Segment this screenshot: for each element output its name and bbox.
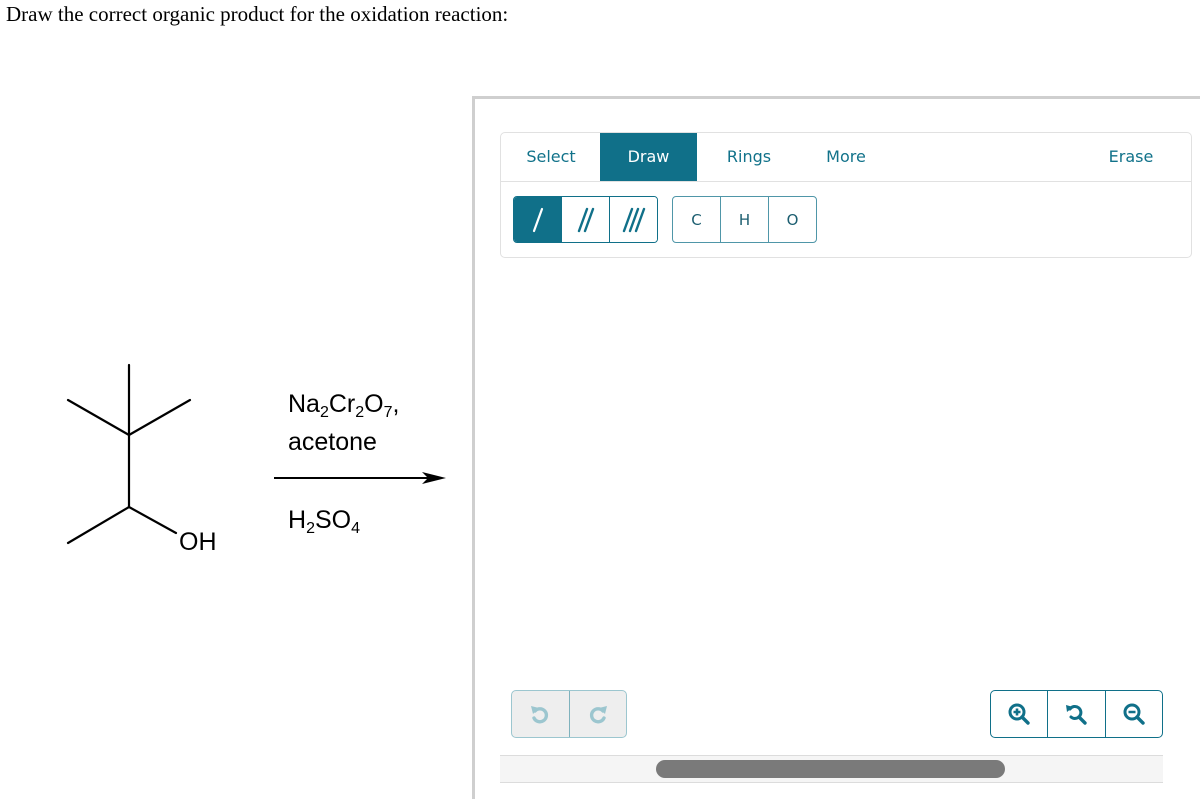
undo-icon [531,706,549,724]
redo-icon [589,706,607,724]
editor-toolbar: Select Draw Rings More Erase C H O [500,132,1192,258]
reagent-sulfuric-acid: H2SO4 [288,506,360,537]
zoom-in-button[interactable] [991,691,1049,737]
question-prompt: Draw the correct organic product for the… [6,2,509,26]
atom-carbon-button[interactable]: C [673,197,721,242]
double-bond-button[interactable] [562,197,610,242]
reagent-acetone: acetone [288,428,377,456]
zoom-out-icon [1123,703,1145,725]
reaction-arrow [274,472,446,484]
zoom-out-button[interactable] [1106,691,1162,737]
scrollbar-thumb[interactable] [656,760,1005,778]
tool-tabs: Select Draw Rings More Erase [501,133,1191,182]
bond-methyl-right [127,398,192,437]
atom-tool-group: C H O [672,196,817,243]
single-bond-button[interactable] [514,197,562,242]
undo-button[interactable] [512,691,570,737]
bond-tool-group [513,196,658,243]
atom-hydrogen-button[interactable]: H [721,197,769,242]
reset-zoom-icon [1066,704,1088,725]
single-bond-icon [532,207,543,232]
zoom-controls [990,690,1163,738]
reset-zoom-button[interactable] [1048,691,1106,737]
atom-oxygen-button[interactable]: O [769,197,816,242]
tab-more[interactable]: More [801,133,891,181]
tab-erase[interactable]: Erase [1091,133,1171,181]
zoom-in-icon [1008,703,1030,725]
triple-bond-icon [622,207,645,232]
molecule-editor[interactable]: Select Draw Rings More Erase C H O [472,96,1200,799]
tab-rings[interactable]: Rings [699,133,799,181]
bond-methyl-bottom [66,505,131,545]
horizontal-scrollbar[interactable] [500,755,1163,783]
tab-select[interactable]: Select [502,133,600,181]
redo-button[interactable] [570,691,627,737]
history-controls [511,690,627,738]
triple-bond-button[interactable] [610,197,657,242]
bond-methyl-left [66,398,131,437]
reagent-sodium-dichromate: Na2Cr2O7, [288,390,400,421]
reaction-scheme: OH Na2Cr2O7, acetone H2SO4 [50,350,470,570]
double-bond-icon [577,207,594,232]
hydroxyl-label: OH [179,528,217,556]
tab-draw[interactable]: Draw [600,133,697,181]
bond-c-oh [127,505,178,535]
reactant-structure [66,363,446,545]
